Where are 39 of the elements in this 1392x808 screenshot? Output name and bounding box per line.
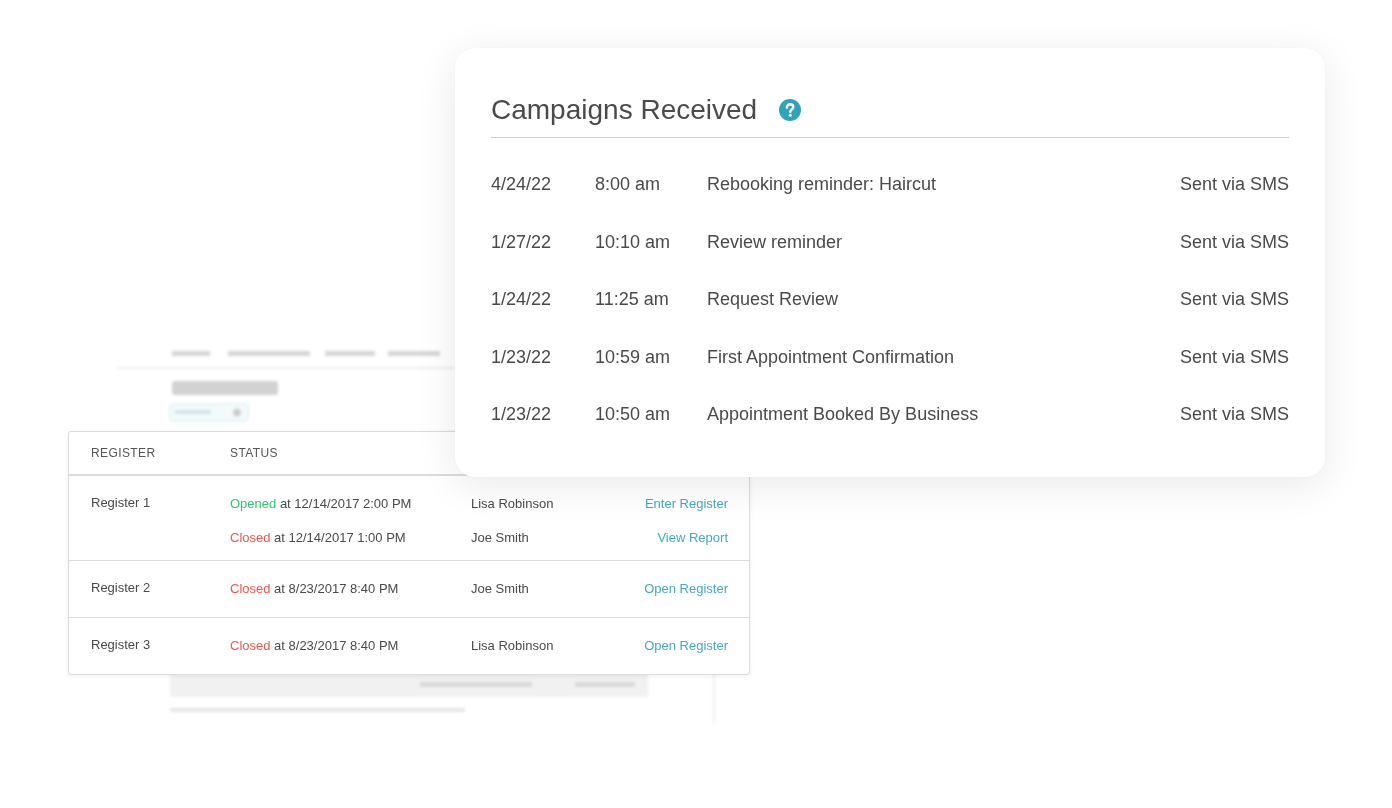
register-link[interactable]: Enter Register [644,495,728,511]
campaign-date: 1/23/22 [491,404,552,426]
campaign-name: Appointment Booked By Business [707,404,979,426]
status-text: Closed at 12/14/2017 1:00 PM [230,529,406,545]
person-name: Lisa Robinson [471,495,554,511]
delivery-status: Sent via SMS [1179,231,1289,253]
delivery-status: Sent via SMS [1179,289,1289,311]
campaign-time: 8:00 am [595,174,661,196]
help-icon[interactable] [779,99,802,121]
campaign-time: 10:10 am [595,231,671,253]
column-header: STATUS [230,446,278,460]
campaign-name: Rebooking reminder: Haircut [707,174,937,196]
delivery-status: Sent via SMS [1179,404,1289,426]
status-text: Closed at 8/23/2017 8:40 PM [230,580,399,596]
register-name: Register 2 [91,579,151,597]
campaign-time: 10:59 am [595,346,671,368]
campaign-name: First Appointment Confirmation [707,346,955,368]
campaign-date: 1/27/22 [491,231,552,253]
campaign-name: Review reminder [707,231,843,253]
campaign-time: 10:50 am [595,404,671,426]
campaign-date: 1/23/22 [491,346,552,368]
register-link[interactable]: View Report [657,529,728,545]
register-link[interactable]: Open Register [644,580,728,596]
status-text: Opened at 12/14/2017 2:00 PM [230,495,412,511]
register-name: Register 1 [91,494,151,512]
person-name: Joe Smith [471,529,529,545]
campaign-name: Request Review [707,289,839,311]
register-name: Register 3 [91,636,151,654]
campaign-date: 4/24/22 [491,174,552,196]
campaign-date: 1/24/22 [491,289,552,311]
delivery-status: Sent via SMS [1179,174,1289,196]
person-name: Lisa Robinson [471,637,554,653]
person-name: Joe Smith [471,580,529,596]
delivery-status: Sent via SMS [1179,346,1289,368]
campaign-time: 11:25 am [595,289,669,311]
card-title: Campaigns Received [491,93,758,127]
register-link[interactable]: Open Register [644,637,728,653]
status-text: Closed at 8/23/2017 8:40 PM [230,637,399,653]
column-header: REGISTER [91,446,156,460]
